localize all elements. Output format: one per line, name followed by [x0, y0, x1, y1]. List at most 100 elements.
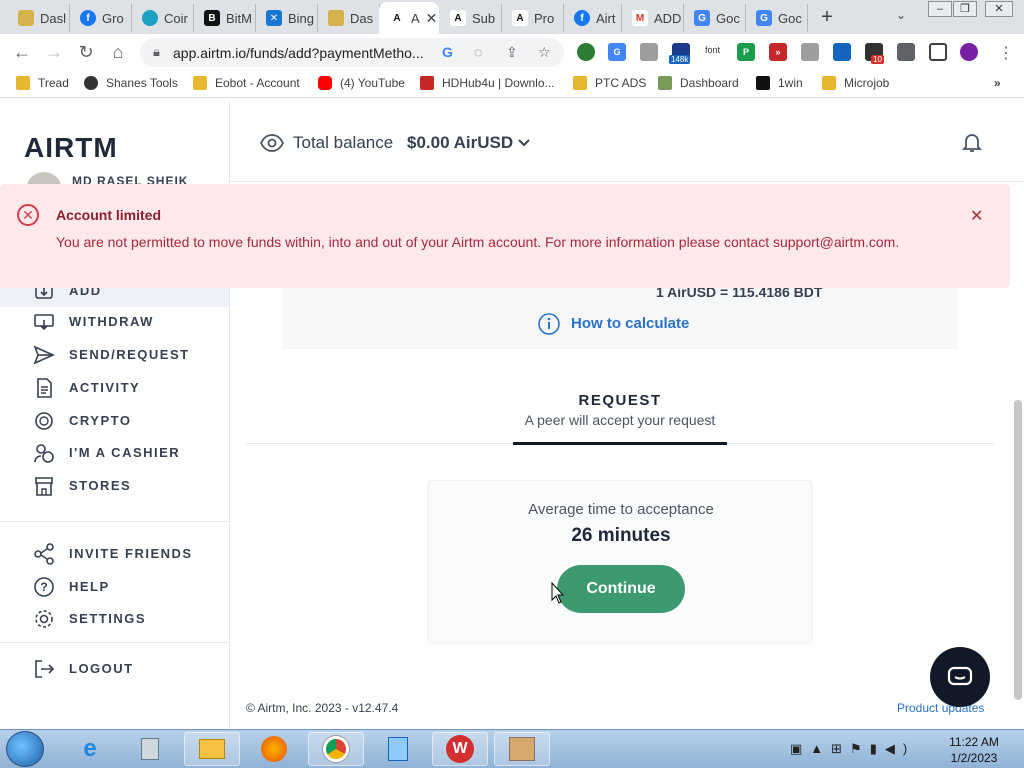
puzzle-extensions-icon[interactable] [897, 43, 915, 61]
browser-tab[interactable]: Das [318, 4, 380, 32]
address-bar[interactable]: 🔒︎ app.airtm.io/funds/add?paymentMetho..… [140, 38, 564, 67]
continue-button[interactable]: Continue [557, 565, 685, 613]
close-window-button[interactable]: ✕ [985, 1, 1013, 17]
bookmark-item[interactable]: (4) YouTube [318, 76, 405, 90]
browser-tab[interactable]: B BitM [194, 4, 256, 32]
forward-arrow-icon[interactable]: → [43, 42, 65, 63]
chevron-down-icon[interactable] [517, 132, 531, 159]
sidebar-item-settings[interactable]: SETTINGS [0, 602, 229, 635]
account-limited-alert: ✕ Account limited You are not permitted … [0, 184, 1010, 288]
tab-search-chevron-icon[interactable]: ⌄ [896, 8, 906, 22]
bookmark-favicon [193, 76, 207, 90]
back-arrow-icon[interactable]: ← [11, 42, 33, 63]
reload-icon[interactable]: ↻ [75, 42, 97, 63]
browser-tab-active[interactable]: A A ✕ [379, 2, 439, 34]
browser-tab[interactable]: A Pro [502, 4, 564, 32]
total-balance-label: Total balance [293, 133, 394, 152]
minimize-button[interactable]: – [928, 1, 952, 17]
browser-tab[interactable]: A Sub [440, 4, 502, 32]
activity-icon [33, 377, 55, 399]
chrome-icon[interactable] [308, 732, 364, 766]
system-tray[interactable]: ▣▲⊞⚑▮◀) [790, 741, 915, 757]
calculator-icon[interactable] [122, 732, 178, 766]
share-icon[interactable]: ⇪ [506, 44, 518, 61]
more-bookmarks-icon[interactable]: » [994, 76, 1001, 90]
layers-extension-icon[interactable] [833, 43, 851, 61]
sidebar-item-logout[interactable]: LOGOUT [0, 652, 229, 685]
sidebar-item-crypto[interactable]: CRYPTO [0, 404, 229, 437]
sidebar-item-cashier[interactable]: I'M A CASHIER [0, 436, 229, 469]
facebook-icon: f [80, 10, 96, 26]
total-balance-value[interactable]: $0.00 AirUSD [407, 133, 513, 153]
translate-extension-icon[interactable]: G [608, 43, 626, 61]
bookmark-item[interactable]: Eobot - Account [193, 76, 300, 90]
qr-extension-icon[interactable] [801, 43, 819, 61]
page-scrollbar[interactable] [1014, 400, 1022, 700]
media-extension-icon[interactable]: » [769, 43, 787, 61]
bookmark-item[interactable]: Tread [16, 76, 69, 90]
browser-tab[interactable]: G Goc [746, 4, 808, 32]
extension-globe-icon[interactable] [577, 43, 595, 61]
menu-kebab-icon[interactable]: ⋮ [998, 43, 1014, 63]
bookmark-item[interactable]: 1win [756, 76, 803, 90]
sidebar-item-activity[interactable]: ACTIVITY [0, 371, 229, 404]
active-tab-indicator [513, 442, 727, 445]
browser-tab[interactable]: Dasl [8, 4, 70, 32]
how-to-calculate-link[interactable]: How to calculate [571, 315, 689, 332]
browser-tab[interactable]: f Gro [70, 4, 132, 32]
close-tab-icon[interactable]: ✕ [426, 10, 438, 27]
info-icon [537, 312, 561, 341]
font-extension-icon[interactable]: font [705, 45, 720, 55]
gear-icon [33, 608, 55, 630]
camera-extension-icon[interactable] [640, 43, 658, 61]
tab-favicon [142, 10, 158, 26]
globe-icon [84, 76, 98, 90]
firefox-icon[interactable] [246, 732, 302, 766]
bookmark-item[interactable]: Microjob [822, 76, 889, 90]
browser-tab[interactable]: f Airt [564, 4, 622, 32]
app-window-icon[interactable] [494, 732, 550, 766]
home-icon[interactable]: ⌂ [107, 42, 129, 63]
bell-icon[interactable] [960, 130, 984, 159]
gmail-icon: M [632, 10, 648, 26]
close-icon[interactable]: ✕ [970, 206, 983, 226]
browser-tab[interactable]: Coir [132, 4, 194, 32]
bookmark-item[interactable]: PTC ADS [573, 76, 646, 90]
bookmark-item[interactable]: Dashboard [658, 76, 739, 90]
ie-icon[interactable]: e [62, 732, 118, 766]
sidebar-item-stores[interactable]: STORES [0, 469, 229, 502]
sidebar-item-withdraw[interactable]: WITHDRAW [0, 305, 229, 338]
bookmark-item[interactable]: Shanes Tools [84, 76, 178, 90]
app-w-icon[interactable]: W [432, 732, 488, 766]
browser-tab[interactable]: G Goc [684, 4, 746, 32]
tab-request[interactable]: REQUEST A peer will accept your request [513, 392, 727, 428]
sidepanel-icon[interactable] [929, 43, 947, 61]
sidebar-item-invite-friends[interactable]: INVITE FRIENDS [0, 537, 229, 570]
media-player-icon[interactable] [370, 732, 426, 766]
bookmark-item[interactable]: HDHub4u | Downlo... [420, 76, 555, 90]
google-lens-icon[interactable]: G [442, 44, 453, 60]
browser-tab[interactable]: M ADD [622, 4, 684, 32]
eye-icon[interactable] [259, 132, 285, 159]
rate-calculation-box: 1 AirUSD = 115.4186 BDT How to calculate [283, 282, 957, 349]
new-tab-button[interactable]: + [815, 6, 839, 30]
profile-avatar[interactable] [960, 43, 978, 61]
taskbar-clock[interactable]: 11:22 AM 1/2/2023 [944, 734, 1004, 766]
airtm-app: AIRTM MD RASEL SHEIK ADD WITHDRAW SEND/R… [0, 102, 1024, 729]
clock-time: 11:22 AM [949, 735, 999, 749]
eye-off-icon[interactable]: ◌ [474, 44, 482, 60]
paypal-extension-icon[interactable]: P [737, 43, 755, 61]
airtm-logo[interactable]: AIRTM [24, 132, 118, 164]
sidebar-item-send-request[interactable]: SEND/REQUEST [0, 338, 229, 371]
sidebar-item-help[interactable]: ? HELP [0, 570, 229, 603]
svg-text:?: ? [40, 580, 47, 594]
clock-date: 1/2/2023 [950, 751, 998, 765]
chat-button[interactable] [930, 647, 990, 707]
start-button[interactable] [6, 731, 44, 767]
maximize-button[interactable]: ❐ [953, 1, 977, 17]
send-icon [33, 344, 55, 366]
airtm-favicon: A [450, 10, 466, 26]
browser-tab[interactable]: ✕ Bing [256, 4, 318, 32]
explorer-icon[interactable] [184, 732, 240, 766]
bookmark-star-icon[interactable]: ☆ [538, 44, 551, 61]
